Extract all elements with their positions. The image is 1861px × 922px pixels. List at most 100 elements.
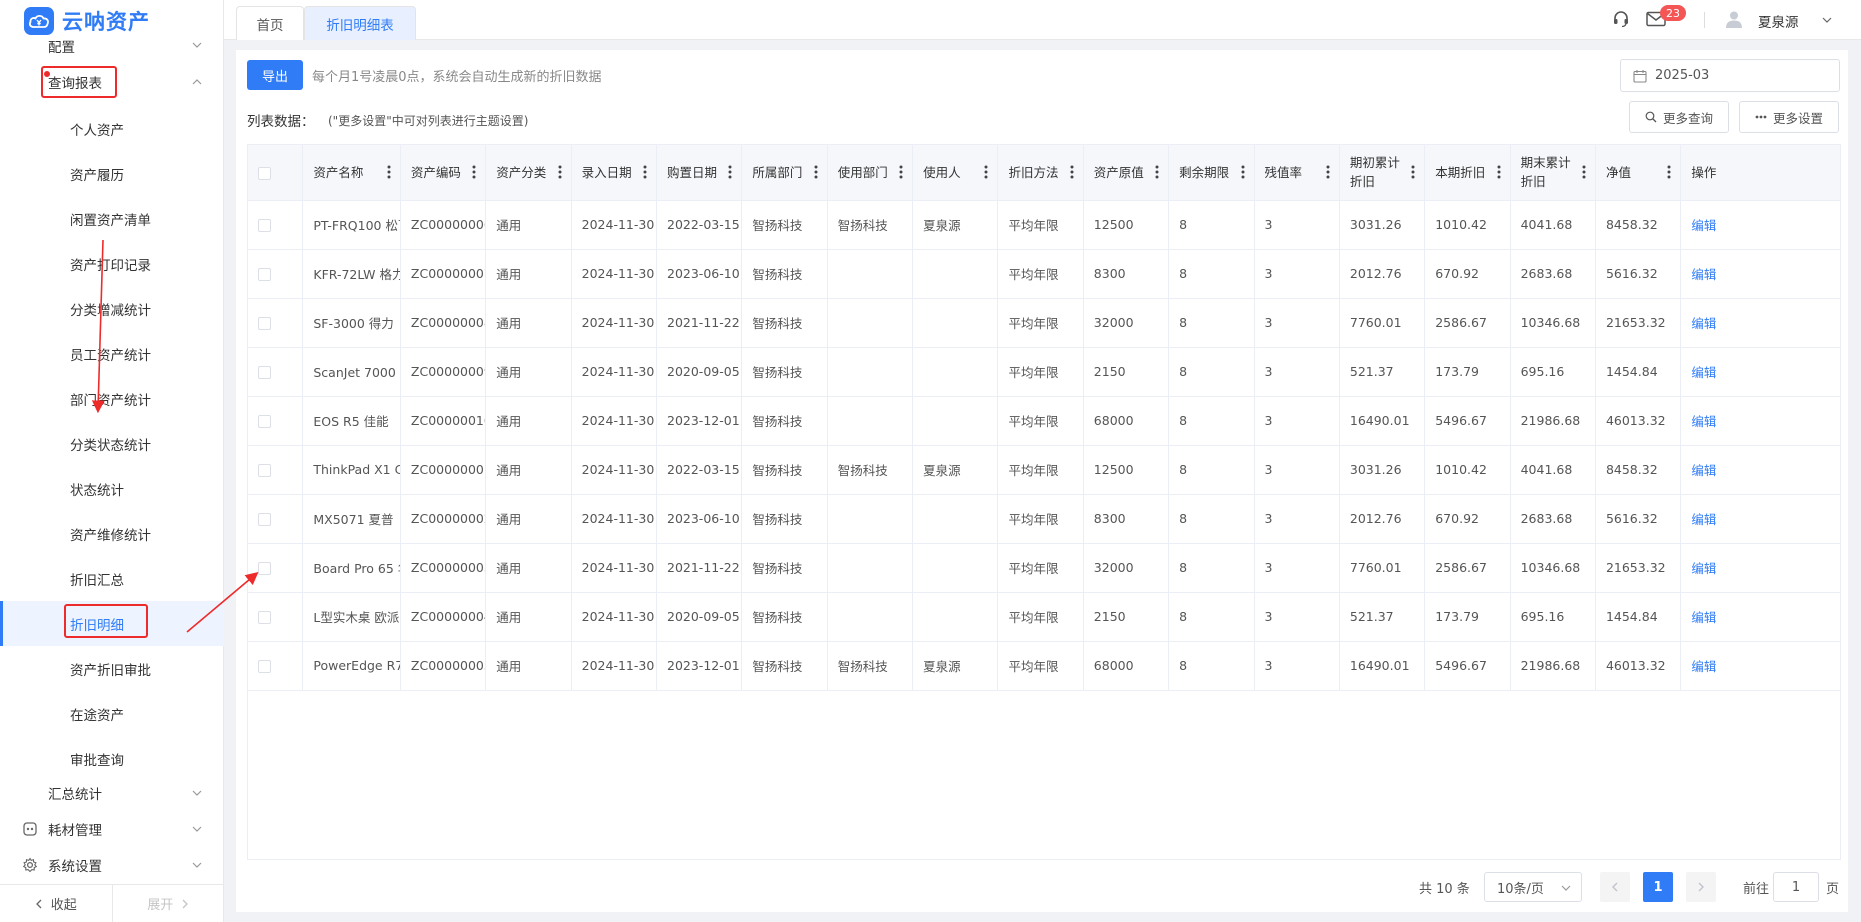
row-checkbox[interactable]: [258, 317, 271, 330]
column-header[interactable]: 本期折旧: [1424, 145, 1511, 201]
column-header[interactable]: 所属部门: [741, 145, 828, 201]
user-avatar-icon[interactable]: [1724, 9, 1744, 29]
sidebar-subitem[interactable]: 员工资产统计: [0, 331, 224, 376]
column-header[interactable]: 使用部门: [827, 145, 914, 201]
sidebar-item-summary-stats[interactable]: 汇总统计: [0, 775, 224, 811]
column-header[interactable]: 购置日期: [656, 145, 743, 201]
sidebar-subitem[interactable]: 分类增减统计: [0, 286, 224, 331]
sidebar-subitem[interactable]: 部门资产统计: [0, 376, 224, 421]
edit-link[interactable]: 编辑: [1691, 659, 1716, 674]
column-menu-icon[interactable]: [1070, 165, 1074, 179]
sidebar-subitem[interactable]: 折旧明细: [0, 601, 224, 646]
column-header[interactable]: 资产编码: [400, 145, 487, 201]
table-row[interactable]: L型实木桌 欧派 ZC00000004 通用 2024-11-30 2020-09-05…: [248, 592, 1840, 642]
select-all-checkbox[interactable]: [258, 166, 271, 180]
row-checkbox[interactable]: [258, 415, 271, 428]
more-settings-button[interactable]: 更多设置: [1739, 101, 1839, 133]
column-header[interactable]: 期初累计折旧: [1339, 145, 1426, 201]
row-checkbox[interactable]: [258, 562, 271, 575]
sidebar-item-config[interactable]: 配置: [0, 28, 224, 64]
column-header[interactable]: 期末累计折旧: [1510, 145, 1596, 201]
collapse-button[interactable]: 收起: [0, 885, 113, 922]
column-header[interactable]: 剩余期限: [1168, 145, 1255, 201]
sidebar-subitem[interactable]: 闲置资产清单: [0, 196, 224, 241]
edit-link[interactable]: 编辑: [1691, 316, 1716, 331]
column-menu-icon[interactable]: [899, 165, 903, 179]
column-header[interactable]: 资产名称: [302, 145, 401, 201]
row-checkbox[interactable]: [258, 464, 271, 477]
column-menu-icon[interactable]: [1241, 165, 1245, 179]
sidebar-subitem[interactable]: 资产维修统计: [0, 511, 224, 556]
column-header[interactable]: 折旧方法: [997, 145, 1084, 201]
sidebar-subitem[interactable]: 资产履历: [0, 151, 224, 196]
sidebar-item-consumables[interactable]: 耗材管理: [0, 811, 224, 847]
edit-link[interactable]: 编辑: [1691, 267, 1716, 282]
tab-depreciation-detail[interactable]: 折旧明细表: [304, 6, 416, 40]
edit-link[interactable]: 编辑: [1691, 463, 1716, 478]
sidebar-subitem[interactable]: 资产打印记录: [0, 241, 224, 286]
column-menu-icon[interactable]: [984, 165, 988, 179]
month-picker[interactable]: 2025-03: [1620, 59, 1840, 92]
column-menu-icon[interactable]: [643, 165, 647, 179]
column-menu-icon[interactable]: [1582, 165, 1586, 179]
row-checkbox[interactable]: [258, 219, 271, 232]
table-row[interactable]: ScanJet 7000 惠普ZC00000009通用2024-11-30202…: [248, 347, 1840, 397]
sidebar-subitem[interactable]: 折旧汇总: [0, 556, 224, 601]
column-menu-icon[interactable]: [1326, 165, 1330, 179]
sidebar-item-query-reports[interactable]: 查询报表: [0, 64, 224, 100]
sidebar-item-system-settings[interactable]: 系统设置: [0, 847, 224, 883]
next-page-button[interactable]: [1686, 872, 1716, 902]
edit-link[interactable]: 编辑: [1691, 512, 1716, 527]
edit-link[interactable]: 编辑: [1691, 414, 1716, 429]
sidebar-subitem[interactable]: 在途资产: [0, 691, 224, 736]
column-header[interactable]: 资产原值: [1083, 145, 1170, 201]
column-header[interactable]: 录入日期: [571, 145, 658, 201]
table-row[interactable]: ThinkPad X1 CarbonZC00000001通用2024-11-30…: [248, 445, 1840, 495]
column-menu-icon[interactable]: [472, 165, 476, 179]
export-button[interactable]: 导出: [247, 60, 303, 90]
edit-link[interactable]: 编辑: [1691, 561, 1716, 576]
table-row[interactable]: SF-3000 得力 ZC00000008 通用 2024-11-30 2021-11-…: [248, 298, 1840, 348]
column-menu-icon[interactable]: [1411, 165, 1415, 179]
column-menu-icon[interactable]: [814, 165, 818, 179]
table-row[interactable]: PT-FRQ100 松下ZC00000006通用2024-11-302022-0…: [248, 200, 1840, 250]
row-checkbox[interactable]: [258, 268, 271, 281]
page-size-select[interactable]: 10条/页: [1484, 872, 1582, 902]
tab-home[interactable]: 首页: [236, 6, 304, 40]
column-menu-icon[interactable]: [1155, 165, 1159, 179]
table-row[interactable]: Board Pro 65 华为ZC00000003通用2024-11-30202…: [248, 543, 1840, 593]
column-menu-icon[interactable]: [558, 165, 562, 179]
table-row[interactable]: PowerEdge R750ZC00000005通用2024-11-302023…: [248, 641, 1840, 691]
column-header[interactable]: 使用人: [912, 145, 999, 201]
table-row[interactable]: MX5071 夏普 ZC00000002 通用 2024-11-30 2023-06-1…: [248, 494, 1840, 544]
row-checkbox[interactable]: [258, 513, 271, 526]
table-row[interactable]: KFR-72LW 格力 ZC00000007 通用 2024-11-30 2023-06…: [248, 249, 1840, 299]
sidebar-subitem[interactable]: 分类状态统计: [0, 421, 224, 466]
expand-button[interactable]: 展开: [113, 885, 225, 922]
column-menu-icon[interactable]: [387, 165, 391, 179]
column-header[interactable]: 资产分类: [485, 145, 572, 201]
goto-page-input[interactable]: [1773, 872, 1819, 902]
chevron-down-icon[interactable]: [1822, 15, 1832, 25]
edit-link[interactable]: 编辑: [1691, 610, 1716, 625]
table-row[interactable]: EOS R5 佳能 ZC00000010 通用 2024-11-30 2023-12-0…: [248, 396, 1840, 446]
customer-service-icon[interactable]: [1612, 10, 1630, 28]
column-header[interactable]: 净值: [1595, 145, 1682, 201]
column-header[interactable]: 操作: [1680, 145, 1840, 201]
sidebar-subitem[interactable]: 状态统计: [0, 466, 224, 511]
edit-link[interactable]: 编辑: [1691, 218, 1716, 233]
row-checkbox[interactable]: [258, 660, 271, 673]
edit-link[interactable]: 编辑: [1691, 365, 1716, 380]
row-checkbox[interactable]: [258, 611, 271, 624]
column-menu-icon[interactable]: [1497, 165, 1501, 179]
sidebar-subitem[interactable]: 资产折旧审批: [0, 646, 224, 691]
row-checkbox[interactable]: [258, 366, 271, 379]
more-query-button[interactable]: 更多查询: [1629, 101, 1729, 133]
sidebar-subitem[interactable]: 个人资产: [0, 106, 224, 151]
column-menu-icon[interactable]: [1667, 165, 1671, 179]
column-menu-icon[interactable]: [728, 165, 732, 179]
user-name[interactable]: 夏泉源: [1758, 11, 1799, 31]
page-1-button[interactable]: 1: [1643, 872, 1673, 902]
prev-page-button[interactable]: [1600, 872, 1630, 902]
column-header[interactable]: 残值率: [1254, 145, 1340, 201]
